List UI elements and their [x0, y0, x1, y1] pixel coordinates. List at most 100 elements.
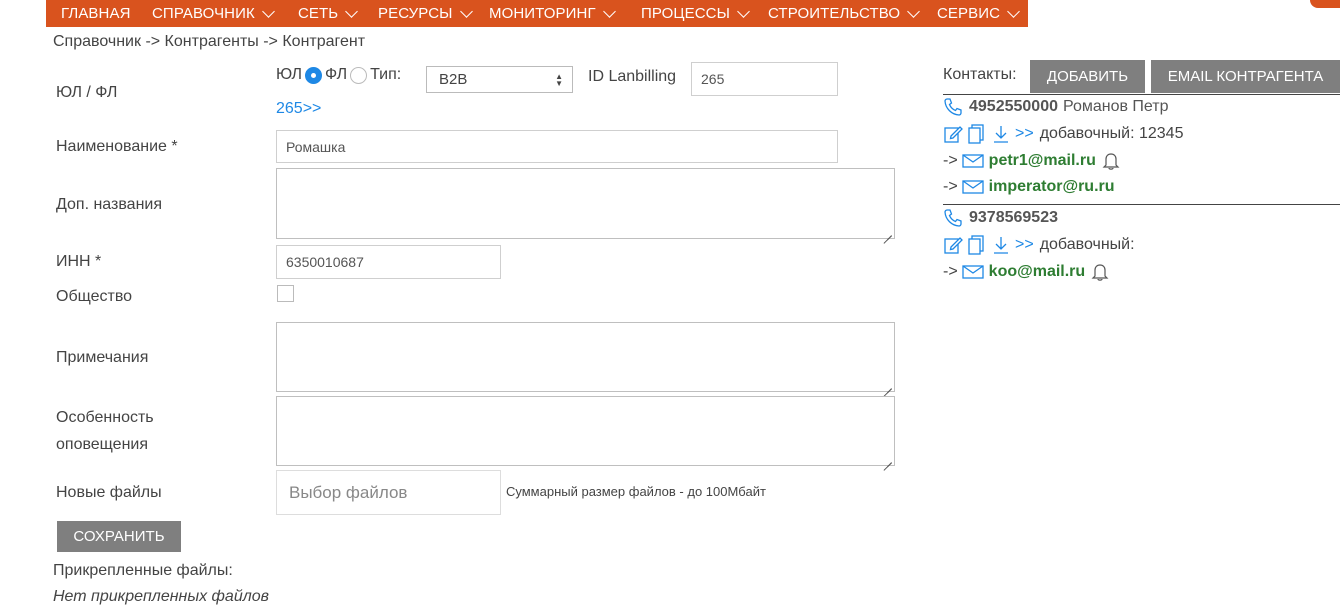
copy-icon[interactable] — [967, 235, 985, 255]
breadcrumb: Справочник -> Контрагенты -> Контрагент — [53, 33, 366, 50]
contacts-divider — [943, 204, 1340, 205]
file-picker-label: Выбор файлов — [289, 482, 408, 502]
chevron-down-icon — [737, 4, 750, 18]
nav-item-label: ПРОЦЕССЫ — [641, 5, 730, 22]
contact-more-link[interactable]: >> — [1015, 236, 1034, 254]
resize-grip-icon[interactable] — [883, 380, 892, 389]
add-contact-button[interactable]: ДОБАВИТЬ — [1030, 60, 1145, 93]
chevron-down-icon — [459, 4, 473, 18]
type-select-value: B2B — [439, 71, 468, 88]
nav-item-label: СПРАВОЧНИК — [152, 5, 255, 22]
nav-item-resources[interactable]: РЕСУРСЫ — [378, 4, 473, 22]
nav-item-network[interactable]: СЕТЬ — [298, 4, 359, 22]
contacts-divider — [943, 94, 1340, 95]
mail-icon — [962, 154, 984, 168]
save-button[interactable]: СОХРАНИТЬ — [57, 521, 181, 552]
phone-icon — [944, 209, 962, 227]
notes-label: Примечания — [56, 349, 149, 366]
edit-icon[interactable] — [943, 235, 963, 255]
nav-item-directory[interactable]: СПРАВОЧНИК — [152, 4, 275, 22]
contact-email[interactable]: koo@mail.ru — [989, 263, 1086, 281]
name-value: Ромашка — [286, 138, 346, 155]
new-files-label: Новые файлы — [56, 484, 162, 501]
contact-email[interactable]: petr1@mail.ru — [989, 152, 1096, 170]
name-input[interactable]: Ромашка — [276, 130, 838, 163]
contact-actions-row: >> добавочный: — [943, 235, 1135, 255]
nav-item-service[interactable]: СЕРВИС — [937, 4, 1020, 22]
edit-icon[interactable] — [943, 124, 963, 144]
society-label: Общество — [56, 288, 133, 305]
nav-item-construction[interactable]: СТРОИТЕЛЬСТВО — [768, 4, 920, 22]
no-attached-files: Нет прикрепленных файлов — [53, 588, 269, 605]
resize-grip-icon[interactable] — [883, 454, 892, 463]
radio-ul-label: ЮЛ — [276, 66, 302, 83]
resize-grip-icon[interactable] — [883, 227, 892, 236]
mail-icon — [962, 180, 984, 194]
chevron-down-icon — [261, 4, 275, 18]
top-navigation: ГЛАВНАЯ СПРАВОЧНИК СЕТЬ РЕСУРСЫ МОНИТОРИ… — [0, 0, 1340, 27]
contact-phone-row: 9378569523 — [943, 208, 1058, 228]
attached-files-title: Прикрепленные файлы: — [53, 562, 233, 579]
contact-email-row: -> koo@mail.ru — [943, 262, 1109, 282]
notify-textarea[interactable] — [276, 396, 895, 466]
entity-type-radio-group: ЮЛ ФЛ Тип: — [276, 66, 401, 84]
contact-email[interactable]: imperator@ru.ru — [989, 178, 1115, 196]
notify-label-line2: оповещения — [56, 436, 148, 453]
nav-corner-accent — [1310, 0, 1340, 8]
chevron-down-icon — [602, 4, 616, 18]
lanbilling-link[interactable]: 265>> — [276, 100, 321, 118]
nav-item-label: СЕТЬ — [298, 5, 339, 22]
nav-item-home[interactable]: ГЛАВНАЯ — [61, 5, 131, 22]
radio-fl[interactable] — [350, 66, 368, 84]
email-prefix: -> — [943, 152, 958, 169]
mail-icon — [962, 265, 984, 279]
nav-item-label: РЕСУРСЫ — [378, 5, 453, 22]
inn-label: ИНН * — [56, 253, 102, 270]
name-label: Наименование * — [56, 138, 178, 155]
contact-phone: 4952550000 — [969, 98, 1058, 115]
lanbilling-id-value: 265 — [701, 71, 725, 87]
type-select[interactable]: B2B ▲ ▼ — [426, 66, 573, 93]
file-picker-button[interactable]: Выбор файлов — [276, 470, 501, 515]
alt-names-label: Доп. названия — [56, 196, 163, 213]
contact-email-row: -> petr1@mail.ru — [943, 151, 1120, 171]
contact-phone: 9378569523 — [969, 209, 1058, 226]
nav-item-monitoring[interactable]: МОНИТОРИНГ — [489, 4, 616, 22]
entity-type-label: ЮЛ / ФЛ — [56, 84, 118, 101]
contacts-label: Контакты: — [943, 66, 1017, 83]
contact-extension: добавочный: 12345 — [1039, 125, 1184, 142]
nav-item-label: МОНИТОРИНГ — [489, 5, 596, 22]
phone-icon — [944, 98, 962, 116]
download-icon[interactable] — [991, 124, 1011, 144]
contact-email-row: -> imperator@ru.ru — [943, 178, 1115, 196]
chevron-down-icon — [1007, 4, 1020, 18]
file-size-hint: Суммарный размер файлов - до 100Мбайт — [506, 484, 766, 499]
download-icon[interactable] — [991, 235, 1011, 255]
inn-value: 6350010687 — [286, 254, 364, 270]
contact-actions-row: >> добавочный: 12345 — [943, 124, 1183, 144]
copy-icon[interactable] — [967, 124, 985, 144]
nav-item-processes[interactable]: ПРОЦЕССЫ — [641, 4, 750, 22]
radio-ul[interactable] — [304, 66, 322, 84]
bell-icon[interactable] — [1102, 151, 1120, 171]
lanbilling-id-input[interactable]: 265 — [691, 62, 838, 96]
notify-label-line1: Особенность — [56, 409, 154, 426]
email-prefix: -> — [943, 263, 958, 280]
chevron-down-icon — [907, 4, 920, 18]
select-arrows-icon: ▲ ▼ — [555, 72, 563, 88]
nav-item-label: СТРОИТЕЛЬСТВО — [768, 5, 901, 22]
bell-icon[interactable] — [1091, 262, 1109, 282]
nav-item-label: СЕРВИС — [937, 5, 1001, 22]
nav-item-label: ГЛАВНАЯ — [61, 5, 131, 22]
type-label: Тип: — [370, 66, 402, 83]
society-checkbox[interactable] — [277, 285, 294, 302]
email-prefix: -> — [943, 178, 958, 195]
contact-more-link[interactable]: >> — [1015, 125, 1034, 143]
notes-textarea[interactable] — [276, 322, 895, 392]
inn-input[interactable]: 6350010687 — [276, 245, 501, 279]
lanbilling-label: ID Lanbilling — [588, 68, 677, 85]
chevron-down-icon — [345, 4, 359, 18]
contact-extension: добавочный: — [1039, 236, 1135, 253]
alt-names-textarea[interactable] — [276, 168, 895, 239]
email-counterparty-button[interactable]: EMAIL КОНТРАГЕНТА — [1151, 60, 1340, 93]
